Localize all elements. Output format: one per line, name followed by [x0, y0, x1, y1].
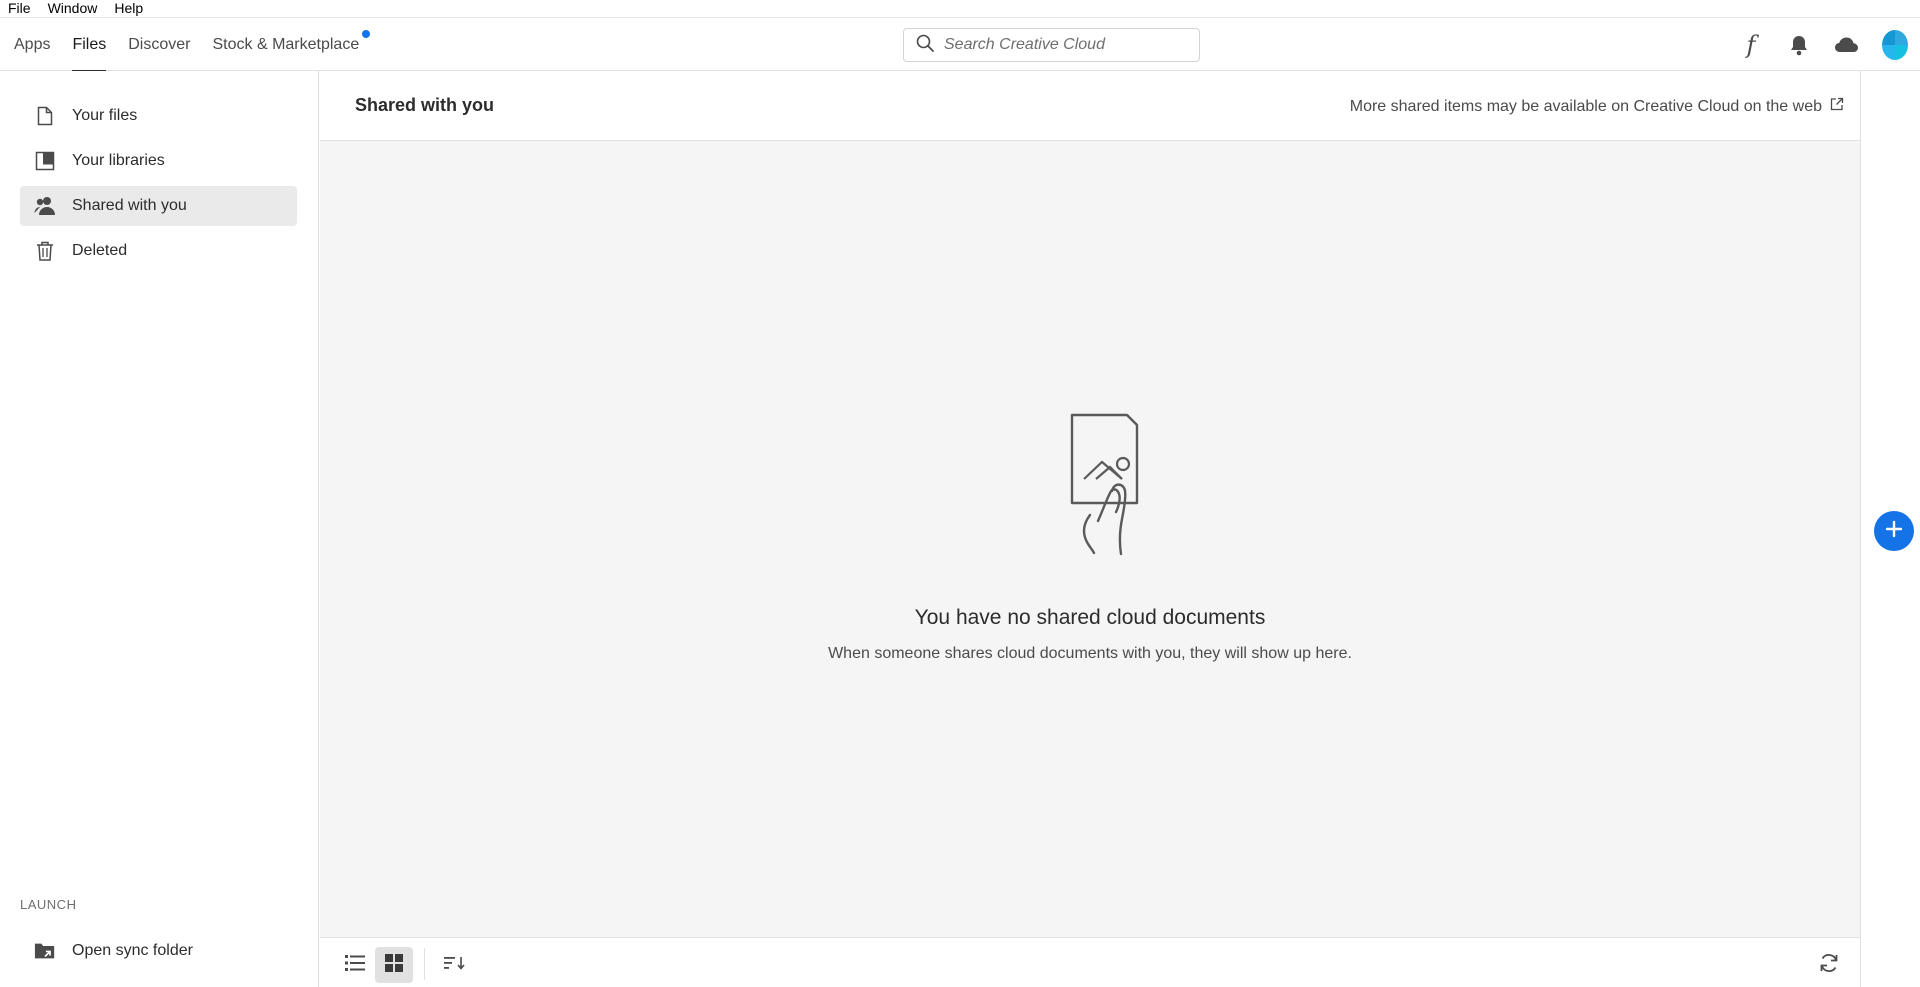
sidebar-item-shared-with-you[interactable]: Shared with you — [20, 186, 297, 226]
footer-toolbar — [320, 937, 1860, 987]
more-shared-items-link[interactable]: More shared items may be available on Cr… — [1350, 97, 1844, 116]
tab-stock-marketplace[interactable]: Stock & Marketplace — [212, 18, 371, 72]
tab-apps[interactable]: Apps — [14, 18, 50, 72]
tab-stock-marketplace-label: Stock & Marketplace — [212, 36, 360, 53]
sidebar: Your files Your libraries Shared with yo… — [0, 71, 319, 987]
sidebar-item-label: Shared with you — [72, 197, 187, 214]
top-navigation: Apps Files Discover Stock & Marketplace … — [0, 17, 1920, 72]
bell-icon[interactable] — [1786, 32, 1812, 58]
main-header: Shared with you More shared items may be… — [320, 71, 1860, 141]
plus-icon — [1885, 520, 1903, 543]
open-sync-folder-label: Open sync folder — [72, 942, 193, 959]
cloud-icon[interactable] — [1834, 32, 1860, 58]
top-right-icons: f — [1738, 18, 1908, 72]
empty-state-illustration — [1060, 411, 1150, 561]
menu-window[interactable]: Window — [40, 0, 107, 17]
refresh-button[interactable] — [1810, 947, 1848, 983]
footer-divider — [424, 948, 425, 980]
empty-state-title: You have no shared cloud documents — [914, 606, 1266, 629]
right-rail — [1860, 71, 1920, 987]
content-area: You have no shared cloud documents When … — [320, 141, 1860, 937]
libraries-icon — [34, 150, 56, 172]
sidebar-item-label: Your files — [72, 107, 138, 124]
refresh-icon — [1818, 952, 1840, 979]
sidebar-item-your-files[interactable]: Your files — [20, 96, 297, 136]
add-button[interactable] — [1874, 511, 1914, 551]
empty-state-subtitle: When someone shares cloud documents with… — [828, 645, 1352, 662]
notification-dot — [362, 30, 371, 38]
avatar-image — [1882, 30, 1908, 60]
search-box[interactable] — [903, 28, 1200, 62]
page-title: Shared with you — [355, 95, 495, 115]
search-input[interactable] — [944, 36, 1174, 54]
menu-help[interactable]: Help — [106, 0, 152, 17]
sidebar-item-label: Deleted — [72, 242, 128, 259]
fonts-icon[interactable]: f — [1738, 31, 1764, 59]
sidebar-item-label: Your libraries — [72, 152, 165, 169]
avatar[interactable] — [1882, 30, 1908, 60]
more-shared-items-text: More shared items may be available on Cr… — [1349, 97, 1822, 115]
sidebar-item-deleted[interactable]: Deleted — [20, 231, 297, 271]
sort-icon — [444, 955, 466, 976]
nav-tabs: Apps Files Discover Stock & Marketplace — [14, 18, 371, 72]
tab-files[interactable]: Files — [72, 18, 106, 72]
menu-file[interactable]: File — [0, 0, 40, 17]
trash-icon — [34, 240, 56, 262]
open-sync-folder-button[interactable]: Open sync folder — [20, 931, 297, 971]
grid-view-button[interactable] — [375, 947, 413, 983]
sidebar-item-your-libraries[interactable]: Your libraries — [20, 141, 297, 181]
search-icon — [916, 34, 934, 57]
tab-discover[interactable]: Discover — [128, 18, 190, 72]
shared-user-icon — [34, 195, 56, 217]
sync-folder-icon — [34, 940, 56, 962]
external-link-icon — [1830, 97, 1844, 116]
sort-button[interactable] — [436, 947, 474, 983]
list-view-icon — [345, 954, 365, 977]
menu-bar: File Window Help — [0, 0, 1920, 17]
grid-view-icon — [384, 953, 404, 978]
file-icon — [34, 105, 56, 127]
launch-section-label: LAUNCH — [20, 897, 77, 912]
list-view-button[interactable] — [336, 947, 374, 983]
